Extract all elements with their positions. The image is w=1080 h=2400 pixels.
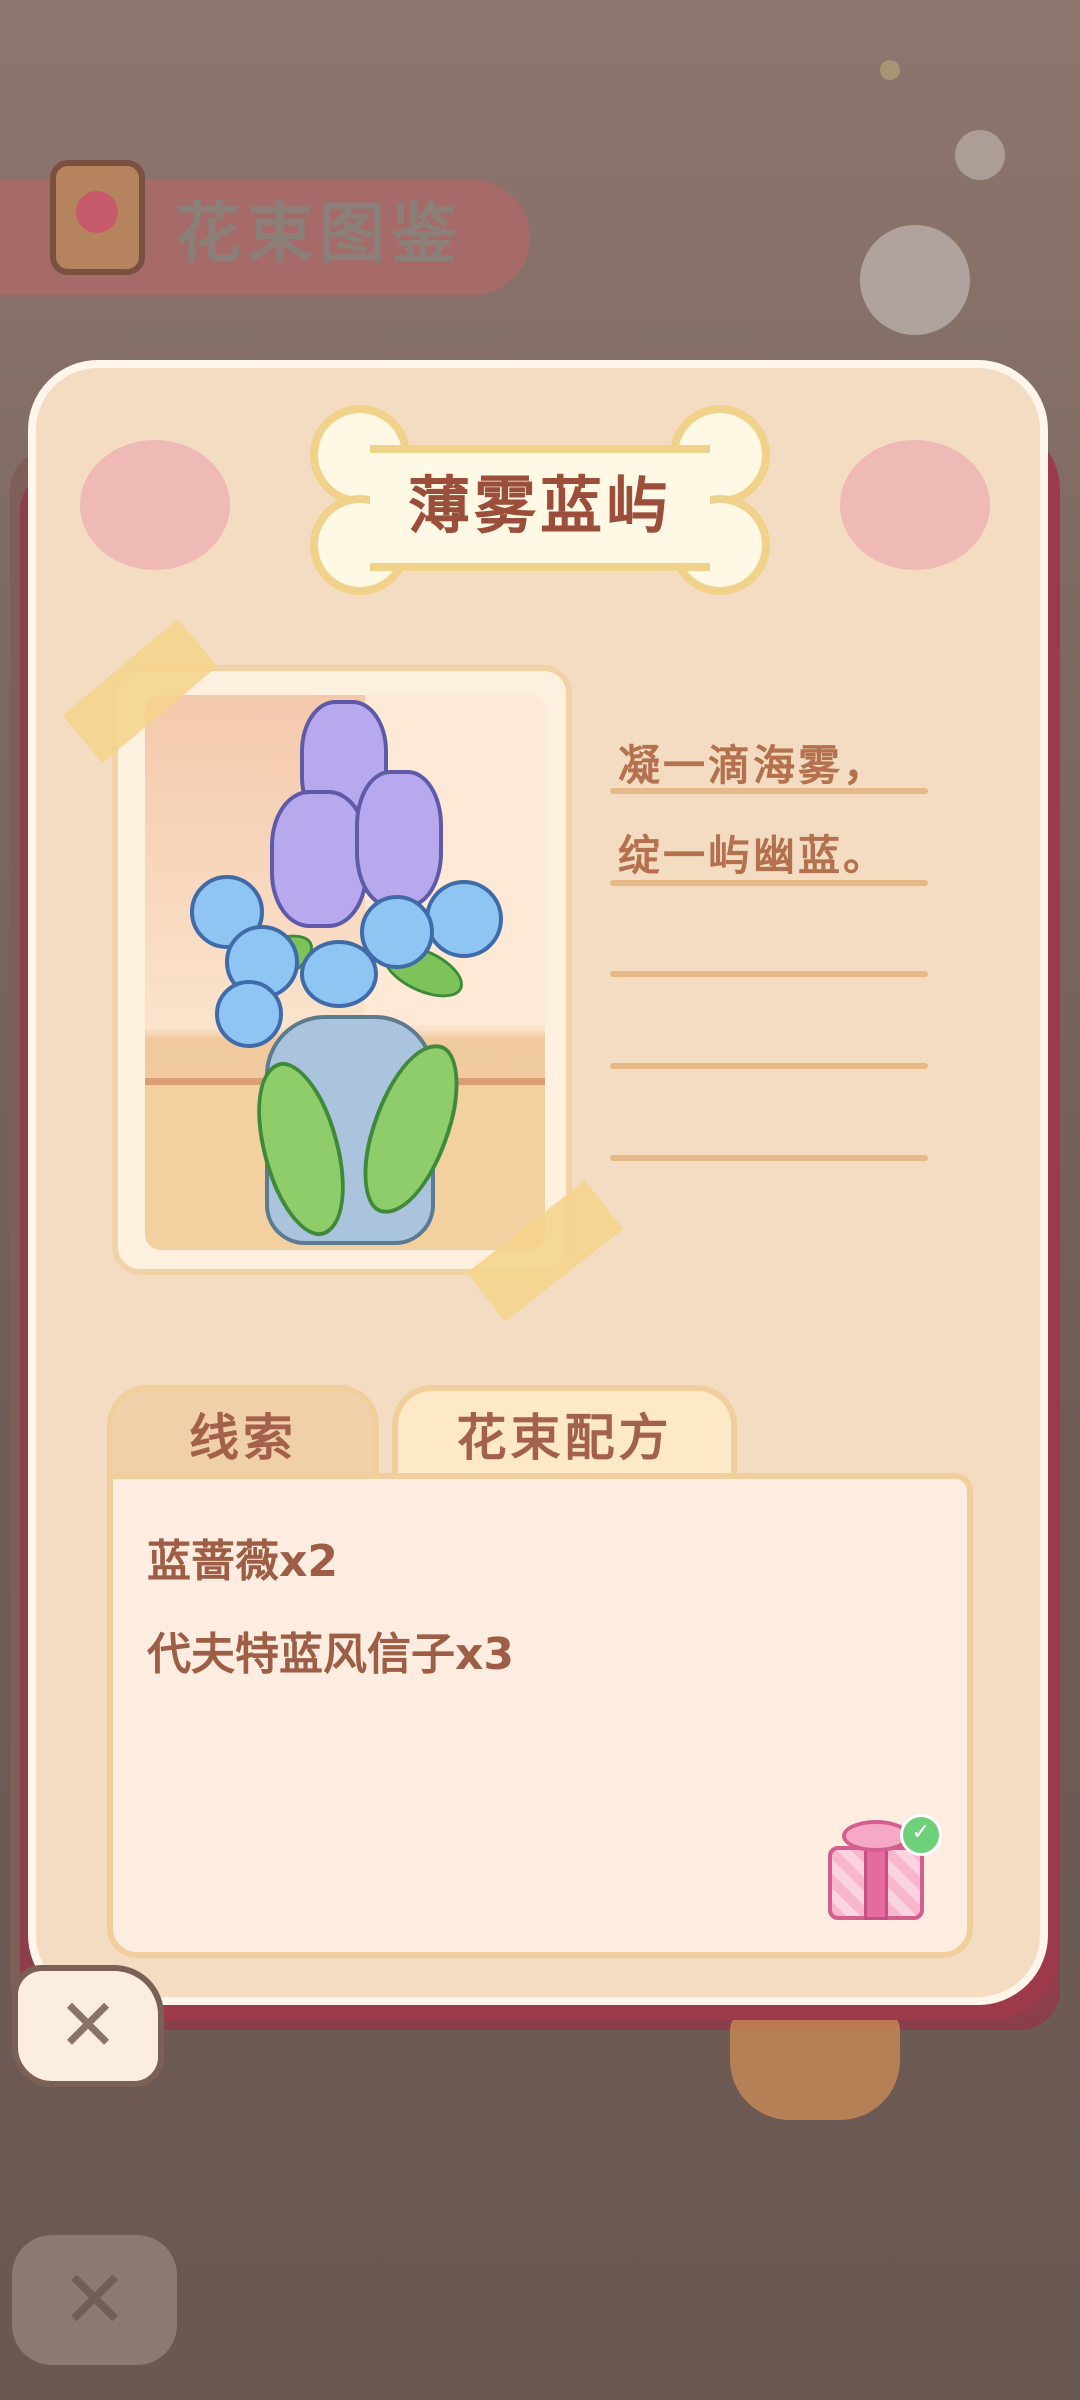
light-orb: [860, 225, 970, 335]
light-orb: [955, 130, 1005, 180]
bookmark-ribbon: [730, 2010, 900, 2120]
poem-underline: [610, 880, 928, 886]
poem-line-2: 绽一屿幽蓝。: [618, 831, 889, 880]
header-title: 花束图鉴: [175, 195, 463, 272]
gift-box-icon[interactable]: ✓: [828, 1814, 942, 1920]
poem-underline: [610, 1155, 928, 1161]
poem-line-1: 凝一滴海雾，: [618, 741, 889, 790]
flower-book-icon: [50, 160, 145, 275]
recipe-item: 代夫特蓝风信子x3: [147, 1629, 514, 1680]
bouquet-name: 薄雾蓝屿: [407, 469, 672, 542]
close-icon: ✕: [12, 2235, 177, 2365]
check-icon: ✓: [900, 1814, 942, 1856]
poem-underline: [610, 1063, 928, 1069]
recipe-item: 蓝蔷薇x2: [147, 1536, 338, 1587]
tab-bouquet-recipe[interactable]: 花束配方: [392, 1385, 737, 1485]
light-orb: [880, 60, 900, 80]
card-ear-inner-left: [80, 440, 230, 570]
card-ear-inner-right: [840, 440, 990, 570]
tab-clue[interactable]: 线索: [107, 1385, 379, 1485]
close-button[interactable]: ✕: [12, 1965, 164, 2087]
poem-underline: [610, 971, 928, 977]
poem-underline: [610, 788, 928, 794]
